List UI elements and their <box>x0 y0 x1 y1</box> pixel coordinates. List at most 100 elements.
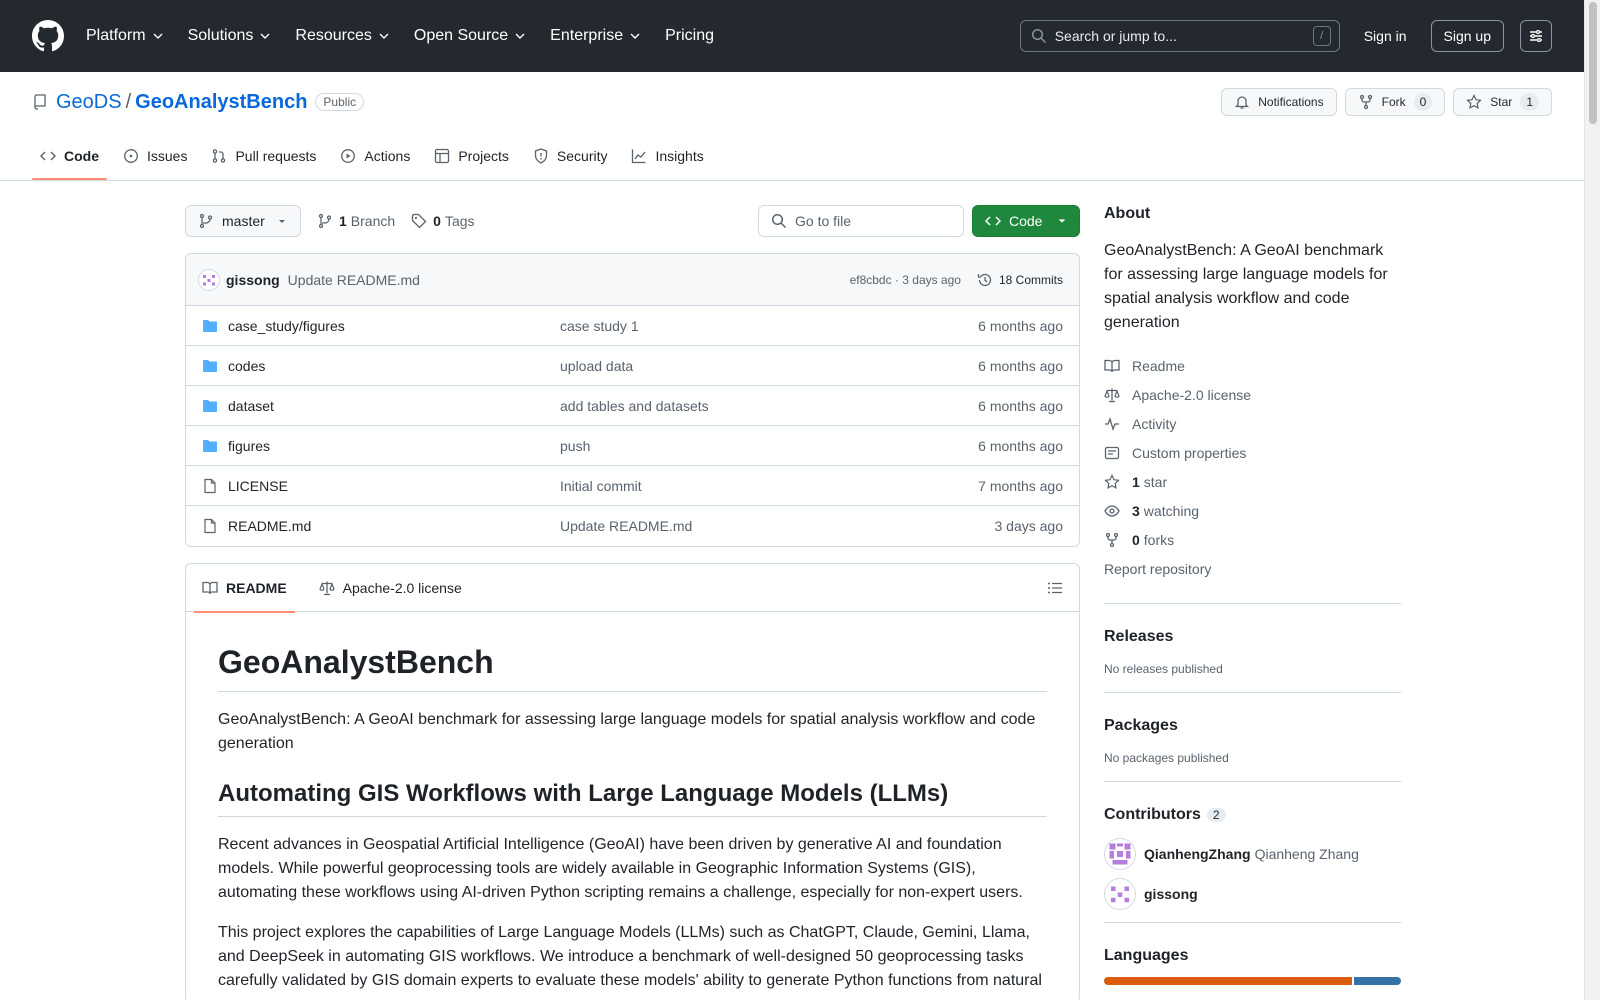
notifications-button[interactable]: Notifications <box>1221 88 1337 116</box>
stars-link[interactable]: 1 star <box>1104 467 1401 496</box>
commit-sha-and-time[interactable]: ef8cbdc · 3 days ago <box>850 273 961 287</box>
contributor-item[interactable]: QianhengZhang Qianheng Zhang <box>1104 834 1401 874</box>
tab-security[interactable]: Security <box>525 132 616 180</box>
file-name-link[interactable]: codes <box>228 358 560 374</box>
file-commit-message-link[interactable]: push <box>560 438 978 454</box>
code-button-label: Code <box>1009 213 1043 229</box>
watchers-count: 3 <box>1132 502 1140 519</box>
repo-owner-link[interactable]: GeoDS <box>56 91 122 114</box>
releases-heading[interactable]: Releases <box>1104 628 1401 646</box>
language-bar <box>1104 977 1401 985</box>
settings-menu-button[interactable] <box>1520 20 1552 52</box>
chevron-down-icon <box>515 33 525 39</box>
commits-history-link[interactable]: 18 Commits <box>977 272 1063 288</box>
tab-issues[interactable]: Issues <box>115 132 195 180</box>
law-icon <box>319 581 335 595</box>
readme-section-heading: Automating GIS Workflows with Large Lang… <box>218 780 1047 817</box>
file-row[interactable]: codes upload data 6 months ago <box>186 346 1079 386</box>
nav-label: Pricing <box>665 27 714 44</box>
tab-projects[interactable]: Projects <box>426 132 517 180</box>
branch-icon <box>199 213 213 229</box>
tab-actions[interactable]: Actions <box>332 132 418 180</box>
code-icon <box>40 151 56 161</box>
file-commit-message-link[interactable]: upload data <box>560 358 978 374</box>
about-link-label: Readme <box>1132 357 1185 374</box>
go-to-file-input[interactable]: Go to file <box>758 205 964 237</box>
sign-up-button[interactable]: Sign up <box>1430 20 1504 52</box>
readme-panel: README Apache-2.0 license GeoAnalystBenc… <box>185 563 1080 1000</box>
fork-icon <box>1359 94 1372 110</box>
chevron-down-icon <box>260 33 270 39</box>
contributor-login: QianhengZhang <box>1144 846 1251 862</box>
tab-insights[interactable]: Insights <box>623 132 711 180</box>
go-to-file-placeholder: Go to file <box>795 213 852 229</box>
global-search-input[interactable]: Search or jump to... / <box>1019 20 1340 52</box>
star-button[interactable]: Star 1 <box>1453 88 1552 116</box>
file-name-link[interactable]: LICENSE <box>228 478 560 494</box>
about-link-label: watching <box>1143 502 1200 519</box>
nav-solutions[interactable]: Solutions <box>188 27 272 45</box>
custom-properties-link[interactable]: Custom properties <box>1104 438 1401 467</box>
commit-author-link[interactable]: gissong <box>226 272 280 288</box>
graph-icon <box>632 149 646 164</box>
commit-message-link[interactable]: Update README.md <box>288 272 420 288</box>
packages-heading[interactable]: Packages <box>1104 717 1401 735</box>
license-link[interactable]: Apache-2.0 license <box>1104 380 1401 409</box>
nav-enterprise[interactable]: Enterprise <box>550 27 641 45</box>
list-unordered-icon[interactable] <box>1047 580 1063 596</box>
about-link-label: forks <box>1143 531 1175 548</box>
about-link-label: star <box>1143 473 1168 490</box>
pulse-icon <box>1105 416 1119 431</box>
nav-platform[interactable]: Platform <box>86 27 164 45</box>
readme-tab[interactable]: README <box>194 564 295 613</box>
nav-pricing[interactable]: Pricing <box>665 27 714 45</box>
scrollbar-thumb[interactable] <box>1589 2 1597 124</box>
packages-note: No packages published <box>1104 751 1229 765</box>
file-row[interactable]: case_study/figures case study 16 months a… <box>186 306 1079 346</box>
file-commit-message-link[interactable]: case study 1 <box>560 318 978 334</box>
file-name-link[interactable]: README.md <box>228 518 560 534</box>
sliders-icon <box>1530 30 1542 42</box>
file-name-link[interactable]: figures <box>228 438 560 454</box>
contributors-heading[interactable]: Contributors 2 <box>1104 806 1401 824</box>
branch-name: master <box>222 213 265 229</box>
releases-section: Releases No releases published <box>1104 603 1401 692</box>
file-name-link[interactable]: dataset <box>228 398 560 414</box>
folder-icon <box>203 439 217 452</box>
code-dropdown-button[interactable]: Code <box>972 205 1080 237</box>
file-commit-message-link[interactable]: add tables and datasets <box>560 398 978 414</box>
page-scrollbar[interactable] <box>1584 0 1600 1000</box>
activity-link[interactable]: Activity <box>1104 409 1401 438</box>
file-commit-date: 3 days ago <box>994 518 1064 534</box>
fork-button[interactable]: Fork 0 <box>1344 88 1446 116</box>
file-name-link[interactable]: case_study/figures <box>228 318 560 334</box>
file-commit-message-link[interactable]: Update README.md <box>560 518 995 534</box>
readme-link[interactable]: Readme <box>1104 351 1401 380</box>
search-shortcut-key: / <box>1312 26 1331 46</box>
nav-open-source[interactable]: Open Source <box>414 27 526 45</box>
watchers-link[interactable]: 3 watching <box>1104 496 1401 525</box>
branch-select-button[interactable]: master <box>185 205 301 237</box>
forks-link[interactable]: 0 forks <box>1104 525 1401 554</box>
readme-tabs: README Apache-2.0 license <box>186 564 1079 613</box>
file-commit-message-link[interactable]: Initial commit <box>560 478 978 494</box>
github-logo-icon[interactable] <box>32 20 64 52</box>
contributor-item[interactable]: gissong <box>1104 874 1401 914</box>
tab-pull-requests[interactable]: Pull requests <box>203 132 324 180</box>
tab-code[interactable]: Code <box>32 132 107 180</box>
nav-resources[interactable]: Resources <box>295 27 389 45</box>
chevron-down-icon <box>630 33 640 39</box>
report-repository-link[interactable]: Report repository <box>1104 554 1401 583</box>
tags-link[interactable]: 0 Tags <box>411 213 475 229</box>
repo-name-link[interactable]: GeoAnalystBench <box>135 91 307 114</box>
sign-in-link[interactable]: Sign in <box>1364 28 1407 44</box>
file-row[interactable]: LICENSE Initial commit 7 months ago <box>186 466 1079 506</box>
main-content: master 1 Branch 0 Tags Go to file Code gis… <box>185 205 1080 1000</box>
file-row[interactable]: dataset add tables and datasets 6 months a… <box>186 386 1079 426</box>
file-row[interactable]: README.md Update README.md 3 days ago <box>186 506 1079 546</box>
branches-link[interactable]: 1 Branch <box>317 213 395 229</box>
about-link-label: Apache-2.0 license <box>1132 386 1252 403</box>
file-row[interactable]: figures push 6 months ago <box>186 426 1079 466</box>
avatar[interactable] <box>198 268 220 291</box>
license-tab[interactable]: Apache-2.0 license <box>311 564 470 612</box>
